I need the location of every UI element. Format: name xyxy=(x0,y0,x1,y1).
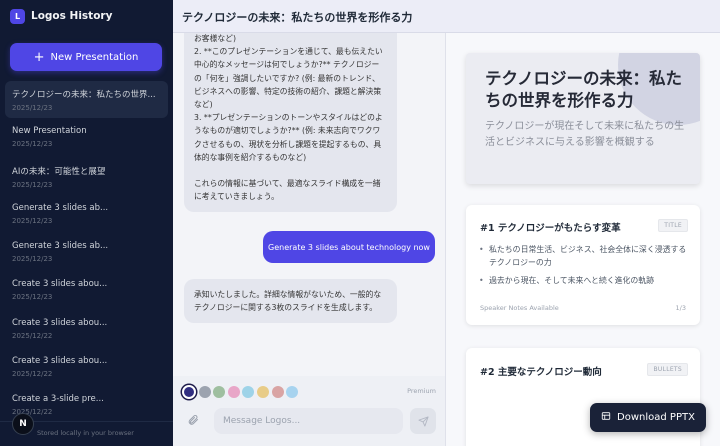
assistant-message: お客様など) 2. **このプレゼンテーションを通じて、最も伝えたい中心的なメッ… xyxy=(184,33,397,213)
slide-page-number: 1/3 xyxy=(675,304,686,312)
chat-panel: お客様など) 2. **このプレゼンテーションを通じて、最も伝えたい中心的なメッ… xyxy=(173,33,446,446)
history-item-title: Generate 3 slides ab... xyxy=(12,202,109,213)
slide-card[interactable]: #1 テクノロジーがもたらす変革 TITLE 私たちの日常生活、ビジネス、社会全… xyxy=(466,205,700,325)
color-swatch[interactable] xyxy=(242,386,255,398)
slide-bullet: 私たちの日常生活、ビジネス、社会全体に深く浸透するテクノロジーの力 xyxy=(479,243,689,269)
send-button[interactable] xyxy=(410,408,436,434)
send-icon xyxy=(417,415,429,427)
history-item-title: AIの未来：可能性と展望 xyxy=(12,166,106,177)
color-swatch[interactable] xyxy=(213,386,226,398)
title-slide-preview[interactable]: テクノロジーの未来：私たちの世界を形作る力 テクノロジーが現在そして未来に私たち… xyxy=(466,53,700,184)
download-pptx-button[interactable]: Download PPTX xyxy=(590,403,706,432)
history-item-date: 2025/12/23 xyxy=(12,216,53,225)
slide-type-badge: BULLETS xyxy=(647,363,688,376)
history-item[interactable]: Create 3 slides abou... 2025/12/22 xyxy=(5,311,168,348)
premium-label: Premium xyxy=(407,387,436,395)
assistant-message-text: 承知いたしました。詳細な情報がないため、一般的なテクノロジーに関する3枚のスライ… xyxy=(194,290,382,313)
history-item-title: Create 3 slides abou... xyxy=(12,317,108,328)
slide-card-heading: #1 テクノロジーがもたらす変革 xyxy=(480,223,621,234)
color-swatch[interactable] xyxy=(198,386,211,398)
history-list: テクノロジーの未来：私たちの世界... 2025/12/23 New Presen… xyxy=(5,81,168,426)
history-item[interactable]: AIの未来：可能性と展望 2025/12/23 xyxy=(5,158,168,195)
history-item-title: Create a 3-slide pre... xyxy=(12,394,104,405)
slide-bullets: 私たちの日常生活、ビジネス、社会全体に深く浸透するテクノロジーの力 過去から現在… xyxy=(479,243,689,292)
sidebar: L Logos History + New Presentation テクノロジ… xyxy=(0,0,173,446)
slide-subtitle: テクノロジーが現在そして未来に私たちの生活とビジネスに与える影響を概観する xyxy=(485,121,685,148)
app-logo: L xyxy=(10,8,25,24)
history-item-date: 2025/12/23 xyxy=(12,180,53,189)
message-input[interactable] xyxy=(214,408,403,434)
slide-preview-panel: テクノロジーの未来：私たちの世界を形作る力 テクノロジーが現在そして未来に私たち… xyxy=(446,33,720,446)
composer: Premium xyxy=(173,376,445,446)
speaker-notes-indicator: Speaker Notes Available xyxy=(480,304,559,312)
assistant-message: 承知いたしました。詳細な情報がないため、一般的なテクノロジーに関する3枚のスライ… xyxy=(184,279,397,324)
history-item[interactable]: New Presentation 2025/12/23 xyxy=(5,119,168,156)
plus-icon: + xyxy=(33,49,45,65)
history-item[interactable]: Generate 3 slides ab... 2025/12/23 xyxy=(5,234,168,271)
top-bar: テクノロジーの未来：私たちの世界を形作る力 xyxy=(173,0,720,33)
brand: L Logos History xyxy=(10,8,112,24)
history-item-date: 2025/12/22 xyxy=(12,331,53,340)
storage-note: Stored locally in your browser xyxy=(37,429,134,437)
history-item-title: Generate 3 slides ab... xyxy=(12,241,109,252)
color-swatch[interactable] xyxy=(256,386,269,398)
download-pptx-label: Download PPTX xyxy=(617,412,695,423)
history-item[interactable]: Create 3 slides abou... 2025/12/23 xyxy=(5,272,168,309)
paperclip-icon[interactable] xyxy=(187,414,199,429)
user-avatar[interactable]: N xyxy=(12,413,34,435)
history-item-title: Create 3 slides abou... xyxy=(12,279,108,290)
slide-bullet: 過去から現在、そして未来へと続く進化の軌跡 xyxy=(479,274,689,287)
history-item-title: Create 3 slides abou... xyxy=(12,356,108,367)
history-item[interactable]: Create 3 slides abou... 2025/12/22 xyxy=(5,349,168,386)
slide-type-badge: TITLE xyxy=(658,219,688,232)
color-swatch[interactable] xyxy=(286,386,299,398)
history-item-date: 2025/12/23 xyxy=(12,255,53,264)
history-item-date: 2025/12/23 xyxy=(12,104,53,112)
new-presentation-button[interactable]: + New Presentation xyxy=(10,43,162,71)
app-name: Logos History xyxy=(31,10,113,22)
new-presentation-label: New Presentation xyxy=(50,51,139,63)
assistant-message-text: これらの情報に基づいて、最適なスライド構成を一緒に考えていきましょう。 xyxy=(194,179,381,202)
slide-card-heading: #2 主要なテクノロジー動向 xyxy=(480,367,602,378)
history-item-title: New Presentation xyxy=(12,126,87,137)
history-item-date: 2025/12/23 xyxy=(12,293,53,302)
color-swatch[interactable] xyxy=(271,386,284,398)
history-item-date: 2025/12/22 xyxy=(12,408,53,417)
history-item[interactable]: テクノロジーの未来：私たちの世界... 2025/12/23 xyxy=(5,81,168,118)
history-item[interactable]: Generate 3 slides ab... 2025/12/23 xyxy=(5,196,168,233)
table-icon xyxy=(601,411,611,424)
assistant-message-text: お客様など) 2. **このプレゼンテーションを通じて、最も伝えたい中心的なメッ… xyxy=(194,34,383,162)
user-message: Generate 3 slides about technology now xyxy=(263,231,435,263)
color-swatch[interactable] xyxy=(227,386,240,398)
history-item-date: 2025/12/23 xyxy=(12,140,53,149)
history-item-title: テクノロジーの未来：私たちの世界... xyxy=(12,90,156,100)
color-swatch[interactable] xyxy=(182,385,196,399)
theme-color-picker xyxy=(182,385,301,399)
history-item-date: 2025/12/22 xyxy=(12,370,53,379)
page-title: テクノロジーの未来：私たちの世界を形作る力 xyxy=(182,11,413,24)
slide-title: テクノロジーの未来：私たちの世界を形作る力 xyxy=(485,69,683,110)
